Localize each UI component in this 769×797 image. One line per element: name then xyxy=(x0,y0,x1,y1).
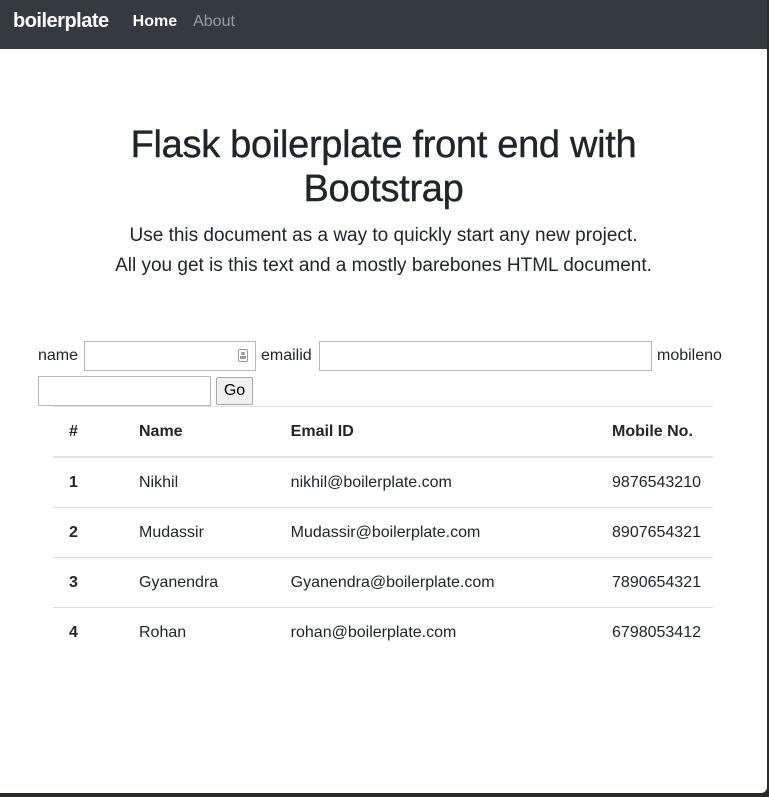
mobile-input[interactable] xyxy=(38,376,211,406)
column-header-name: Name xyxy=(123,406,275,458)
navbar-brand[interactable]: boilerplate xyxy=(13,10,109,33)
users-table-container: # Name Email ID Mobile No. 1 Nikhil nikh… xyxy=(53,406,713,657)
cell-name: Rohan xyxy=(123,607,275,657)
column-header-mobile: Mobile No. xyxy=(596,406,713,458)
table-body: 1 Nikhil nikhil@boilerplate.com 98765432… xyxy=(53,456,713,657)
cell-name: Nikhil xyxy=(123,456,275,508)
table-header-row: # Name Email ID Mobile No. xyxy=(53,406,713,458)
cell-mobile: 9876543210 xyxy=(596,456,713,508)
cell-email: Mudassir@boilerplate.com xyxy=(274,507,597,558)
cell-mobile: 7890654321 xyxy=(596,557,713,608)
table-row: 2 Mudassir Mudassir@boilerplate.com 8907… xyxy=(53,507,713,558)
cell-index: 1 xyxy=(53,456,123,508)
lead-text: Use this document as a way to quickly st… xyxy=(0,221,767,281)
hero: Flask boilerplate front end with Bootstr… xyxy=(0,49,767,281)
column-header-email: Email ID xyxy=(274,406,597,458)
users-table: # Name Email ID Mobile No. 1 Nikhil nikh… xyxy=(53,406,713,657)
navbar: boilerplate Home About xyxy=(0,0,767,49)
name-input[interactable] xyxy=(84,341,256,371)
email-label: emailid xyxy=(261,347,312,364)
cell-index: 3 xyxy=(53,557,123,608)
page: boilerplate Home About Flask boilerplate… xyxy=(0,0,767,793)
email-input[interactable] xyxy=(319,341,652,371)
cell-email: nikhil@boilerplate.com xyxy=(274,456,597,508)
lead-line-1: Use this document as a way to quickly st… xyxy=(129,225,638,246)
cell-index: 4 xyxy=(53,607,123,657)
mobile-label: mobileno xyxy=(657,347,722,364)
name-label: name xyxy=(38,347,79,364)
column-header-index: # xyxy=(53,406,123,458)
table-row: 3 Gyanendra Gyanendra@boilerplate.com 78… xyxy=(53,557,713,608)
table-header: # Name Email ID Mobile No. xyxy=(53,406,713,458)
lead-line-2: All you get is this text and a mostly ba… xyxy=(115,255,652,276)
cell-name: Gyanendra xyxy=(123,557,275,608)
go-button[interactable]: Go xyxy=(216,377,253,405)
cell-email: rohan@boilerplate.com xyxy=(274,607,597,657)
nav-link-home[interactable]: Home xyxy=(133,13,177,31)
table-row: 1 Nikhil nikhil@boilerplate.com 98765432… xyxy=(53,456,713,508)
cell-name: Mudassir xyxy=(123,507,275,558)
page-title: Flask boilerplate front end with Bootstr… xyxy=(130,124,637,210)
contact-card-icon xyxy=(238,349,248,362)
cell-mobile: 8907654321 xyxy=(596,507,713,558)
cell-email: Gyanendra@boilerplate.com xyxy=(274,557,597,608)
cell-index: 2 xyxy=(53,507,123,558)
cell-mobile: 6798053412 xyxy=(596,607,713,657)
table-row: 4 Rohan rohan@boilerplate.com 6798053412 xyxy=(53,607,713,657)
nav-link-about[interactable]: About xyxy=(193,13,235,31)
